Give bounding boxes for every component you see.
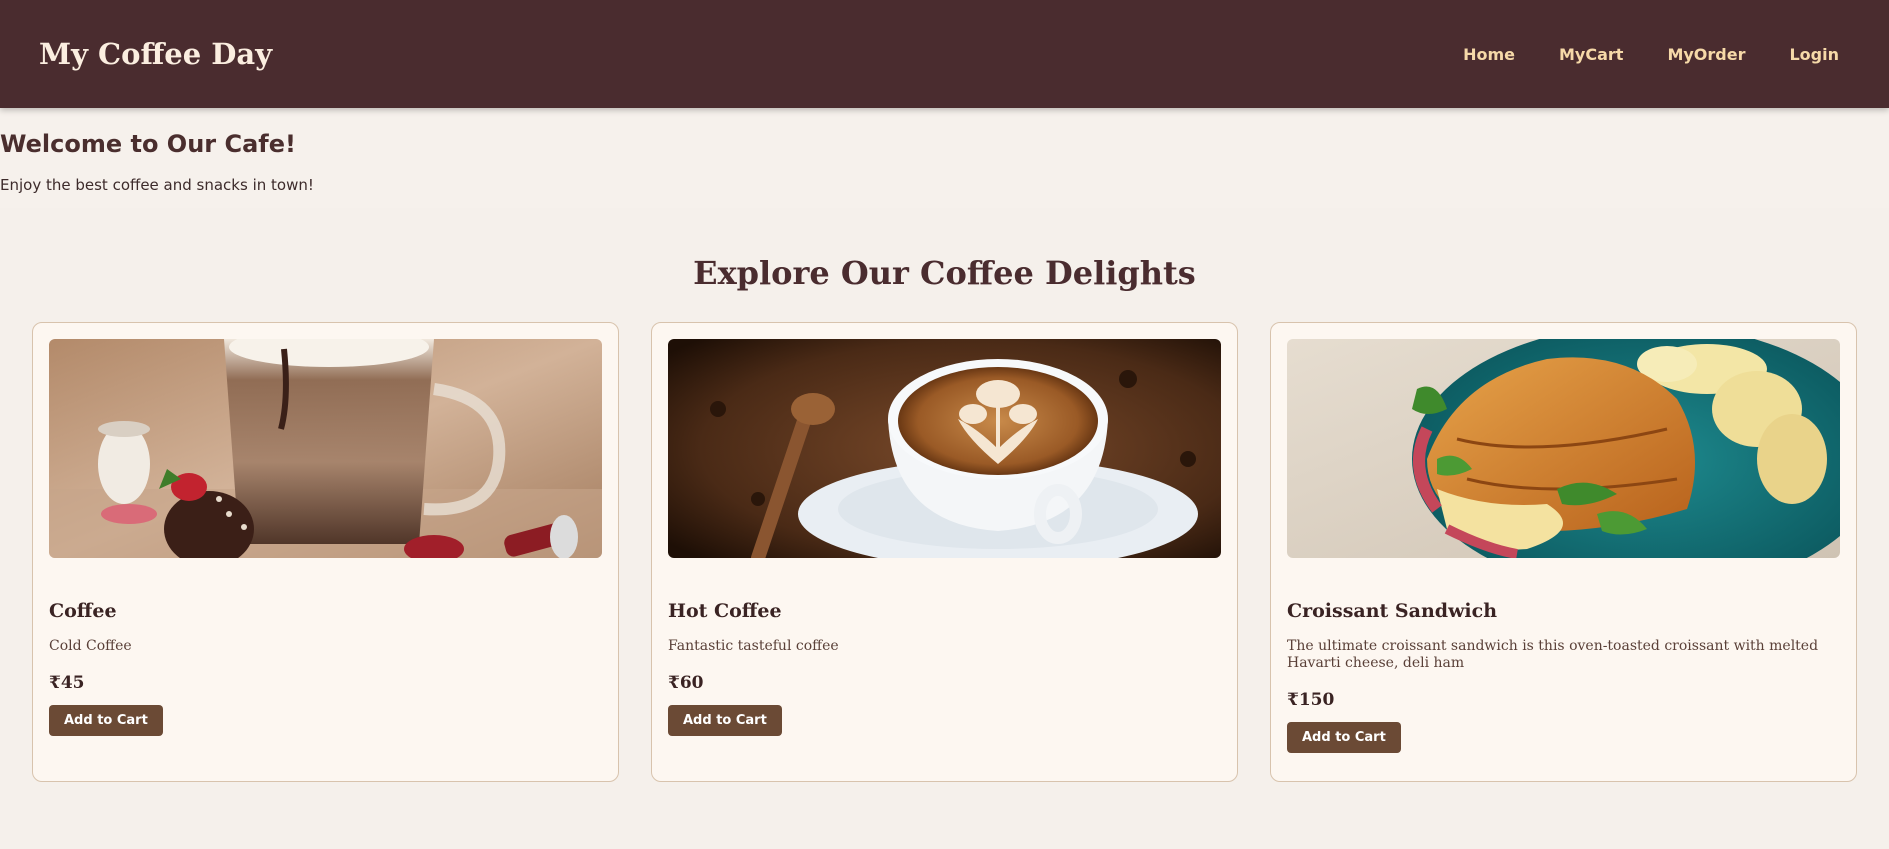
navbar: My Coffee Day Home MyCart MyOrder Login bbox=[0, 0, 1889, 108]
add-to-cart-button[interactable]: Add to Cart bbox=[1287, 722, 1401, 753]
product-price: ₹45 bbox=[49, 673, 85, 693]
product-card: Coffee Cold Coffee ₹45 Add to Cart bbox=[32, 322, 619, 782]
welcome-section: Welcome to Our Cafe! Enjoy the best coff… bbox=[0, 108, 1889, 208]
nav-link-login[interactable]: Login bbox=[1789, 45, 1839, 64]
add-to-cart-button[interactable]: Add to Cart bbox=[668, 705, 782, 736]
nav-link-home[interactable]: Home bbox=[1463, 45, 1515, 64]
welcome-subtitle: Enjoy the best coffee and snacks in town… bbox=[0, 176, 314, 194]
product-price: ₹60 bbox=[668, 673, 704, 693]
product-description: Cold Coffee bbox=[49, 638, 132, 654]
nav-link-mycart[interactable]: MyCart bbox=[1559, 45, 1623, 64]
product-name: Coffee bbox=[49, 600, 117, 622]
product-price: ₹150 bbox=[1287, 690, 1335, 710]
nav-link-myorder[interactable]: MyOrder bbox=[1667, 45, 1745, 64]
product-description: Fantastic tasteful coffee bbox=[668, 638, 839, 654]
product-card: Hot Coffee Fantastic tasteful coffee ₹60… bbox=[651, 322, 1238, 782]
croissant-sandwich-photo bbox=[1287, 339, 1840, 558]
product-grid: Coffee Cold Coffee ₹45 Add to Cart Hot C… bbox=[0, 322, 1889, 782]
product-description: The ultimate croissant sandwich is this … bbox=[1287, 638, 1819, 671]
explore-section: Explore Our Coffee Delights Coffee Cold … bbox=[0, 208, 1889, 782]
brand-logo[interactable]: My Coffee Day bbox=[39, 37, 272, 71]
nav-links: Home MyCart MyOrder Login bbox=[1463, 45, 1839, 64]
product-name: Hot Coffee bbox=[668, 600, 782, 622]
latte-art-photo bbox=[668, 339, 1221, 558]
product-card: Croissant Sandwich The ultimate croissan… bbox=[1270, 322, 1857, 782]
add-to-cart-button[interactable]: Add to Cart bbox=[49, 705, 163, 736]
explore-title: Explore Our Coffee Delights bbox=[693, 254, 1196, 292]
iced-mocha-photo bbox=[49, 339, 602, 558]
product-name: Croissant Sandwich bbox=[1287, 600, 1498, 622]
welcome-title: Welcome to Our Cafe! bbox=[0, 130, 296, 158]
